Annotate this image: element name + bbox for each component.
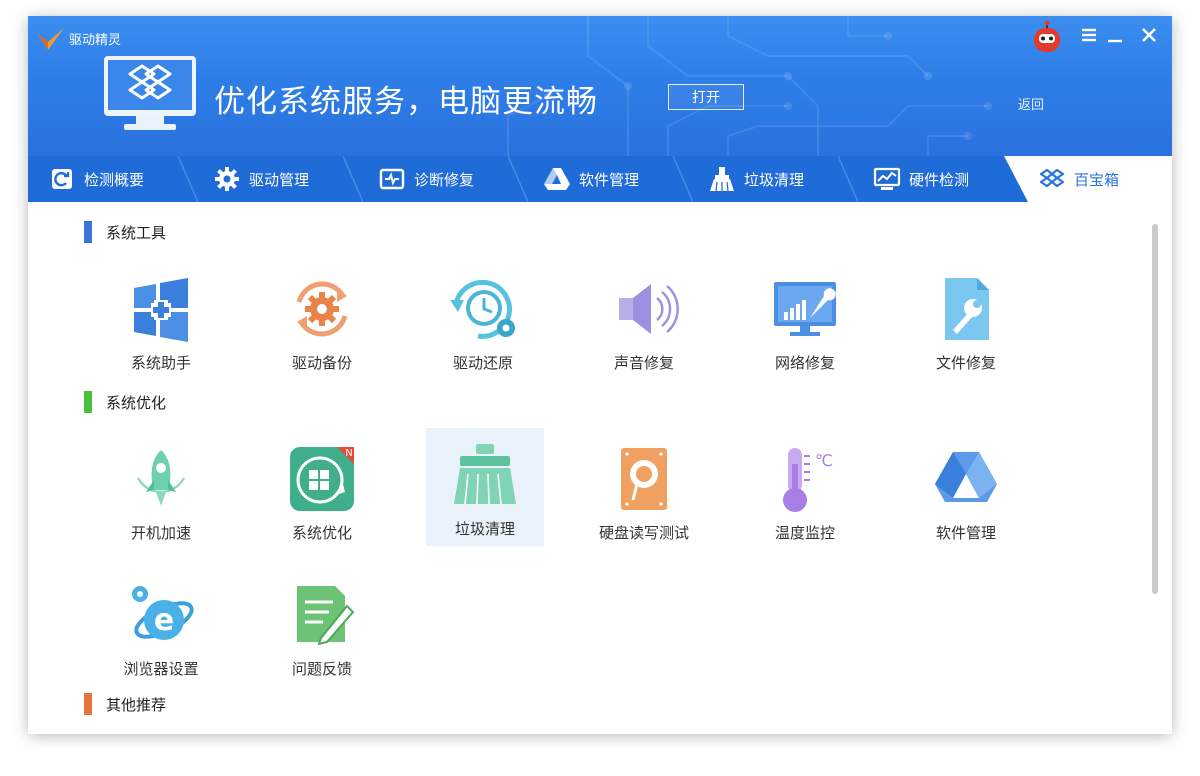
tool-system-assistant[interactable]: 系统助手	[102, 262, 220, 380]
scrollbar[interactable]	[1152, 224, 1158, 594]
section-title-text: 系统优化	[106, 393, 167, 412]
gear-icon	[215, 167, 239, 191]
back-link[interactable]: 返回	[1018, 94, 1044, 113]
hdd-icon	[621, 448, 667, 510]
robot-mascot-icon[interactable]	[1030, 20, 1064, 56]
tool-label: 网络修复	[774, 354, 835, 372]
note-pencil-icon	[297, 586, 355, 646]
tab-hardware-check[interactable]: 硬件检测	[853, 156, 1023, 202]
tab-junk-clean[interactable]: 垃圾清理	[688, 156, 858, 202]
tool-temperature-monitor[interactable]: ℃ 温度监控	[746, 432, 864, 550]
drive-icon	[544, 168, 570, 190]
section-system-optimize: 系统优化	[84, 390, 166, 414]
tool-label: 系统助手	[130, 354, 191, 372]
network-monitor-icon	[774, 282, 836, 336]
section-marker	[84, 221, 92, 243]
section-other-recommend: 其他推荐	[84, 692, 166, 716]
tool-sound-repair[interactable]: 声音修复	[585, 262, 703, 380]
monitor-chart-icon	[873, 167, 901, 190]
rocket-icon	[136, 450, 186, 506]
broom-icon	[710, 167, 734, 192]
thermometer-icon: ℃	[783, 448, 833, 512]
section-marker	[84, 391, 92, 413]
tab-driver-management[interactable]: 驱动管理	[193, 156, 363, 202]
ie-icon: e	[132, 586, 194, 640]
app-logo-icon	[38, 28, 64, 50]
tab-diagnose-repair[interactable]: 诊断修复	[358, 156, 528, 202]
tool-label: 开机加速	[130, 524, 191, 542]
file-wrench-icon	[945, 278, 989, 340]
open-button[interactable]: 打开	[668, 84, 744, 110]
tab-software-management[interactable]: 软件管理	[523, 156, 693, 202]
section-title-text: 系统工具	[106, 223, 167, 242]
toolbox-icon	[1039, 168, 1065, 188]
tool-browser-settings[interactable]: e 浏览器设置	[102, 568, 220, 686]
speaker-icon	[619, 284, 679, 334]
tool-label: 驱动备份	[291, 354, 352, 372]
tab-label: 硬件检测	[909, 170, 970, 189]
tool-file-repair[interactable]: 文件修复	[907, 262, 1025, 380]
tool-label: 问题反馈	[291, 660, 352, 678]
celsius-unit: ℃	[815, 451, 833, 470]
refresh-icon	[52, 169, 72, 189]
menu-icon[interactable]	[1078, 24, 1100, 46]
toolbox-monitor-icon	[104, 56, 196, 130]
ie-letter: e	[154, 603, 174, 638]
tool-label: 垃圾清理	[454, 520, 515, 538]
tool-label: 文件修复	[935, 354, 996, 372]
tool-network-repair[interactable]: 网络修复	[746, 262, 864, 380]
tool-feedback[interactable]: 问题反馈	[263, 568, 381, 686]
tool-label: 软件管理	[935, 524, 996, 542]
tab-label: 软件管理	[579, 170, 640, 189]
tool-label: 温度监控	[774, 524, 835, 542]
tab-toolbox[interactable]: 百宝箱	[1018, 156, 1172, 202]
tab-overview[interactable]: 检测概要	[28, 156, 198, 202]
tool-label: 硬盘读写测试	[598, 524, 689, 542]
tool-software-management[interactable]: 软件管理	[907, 432, 1025, 550]
tool-junk-clean[interactable]: 垃圾清理	[426, 428, 544, 546]
tool-label: 系统优化	[291, 524, 352, 542]
close-icon[interactable]	[1138, 24, 1160, 46]
gear-cycle-icon	[296, 281, 348, 337]
tool-boot-speedup[interactable]: 开机加速	[102, 432, 220, 550]
banner-title: 优化系统服务，电脑更流畅	[214, 84, 598, 120]
new-badge: N	[345, 448, 352, 459]
tab-label: 垃圾清理	[744, 170, 805, 189]
minimize-icon[interactable]	[1104, 24, 1126, 46]
diagnose-icon	[379, 168, 405, 190]
tab-label: 检测概要	[84, 170, 145, 189]
tab-label: 驱动管理	[249, 170, 310, 189]
windows-rocket-icon: N	[290, 447, 354, 511]
section-title-text: 其他推荐	[106, 695, 167, 714]
app-name: 驱动精灵	[69, 33, 122, 48]
clock-restore-icon	[450, 279, 515, 339]
tool-system-optimize[interactable]: N 系统优化	[263, 432, 381, 550]
tool-disk-rw-test[interactable]: 硬盘读写测试	[585, 432, 703, 550]
tool-driver-restore[interactable]: 驱动还原	[424, 262, 542, 380]
tool-label: 浏览器设置	[123, 660, 199, 678]
banner: 驱动精灵 优化系统服务，电脑更流畅 打开 返回	[28, 16, 1172, 156]
app-window: 驱动精灵 优化系统服务，电脑更流畅 打开 返回 检测概要 驱动管理 诊断修复 软…	[28, 16, 1172, 734]
broom-icon	[454, 444, 516, 505]
tab-label: 百宝箱	[1074, 170, 1120, 189]
windows-tile-icon	[134, 278, 188, 342]
toolbox-panel: 系统工具 系统助手 驱动备份 驱动还原 声音修复 网络修复 文件修复 系统优化 …	[28, 202, 1172, 734]
drive-icon	[935, 452, 997, 502]
section-system-tools: 系统工具	[84, 220, 166, 244]
tool-driver-backup[interactable]: 驱动备份	[263, 262, 381, 380]
section-marker	[84, 693, 92, 715]
tool-label: 声音修复	[613, 354, 674, 372]
tool-label: 驱动还原	[452, 354, 513, 372]
tab-label: 诊断修复	[414, 170, 475, 189]
